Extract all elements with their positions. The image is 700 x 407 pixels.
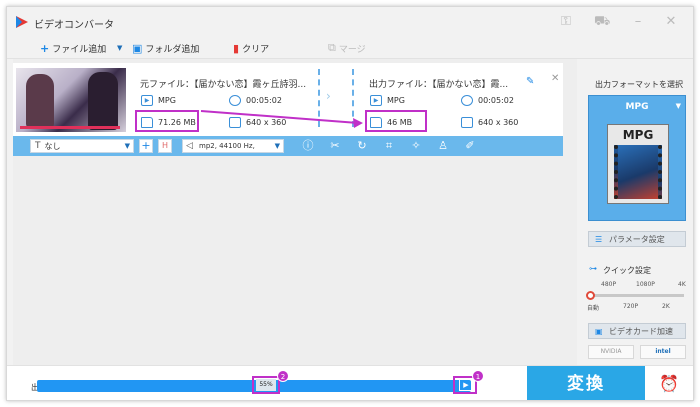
quick-tick-480p: 480P xyxy=(601,281,617,288)
add-file-button[interactable]: + ファイル追加 xyxy=(40,41,106,55)
quick-tick-4k: 4K xyxy=(678,281,686,288)
edit-toolbar: T なし ▼ + H ◁ mp2, 44100 Hz, ▼ ⓘ ✂ ↻ ⌗ ✧ … xyxy=(13,136,563,156)
clear-button[interactable]: ▮ クリア xyxy=(233,41,269,55)
quick-settings-knob[interactable] xyxy=(586,291,595,300)
add-subtitle-button[interactable]: + xyxy=(139,139,153,153)
nvidia-logo[interactable]: NVIDIA xyxy=(588,345,634,359)
pen-icon[interactable]: ✐ xyxy=(462,138,478,154)
speaker-icon: ◁ xyxy=(186,141,193,151)
chip-icon: ▣ xyxy=(595,327,603,336)
intel-logo[interactable]: intel xyxy=(640,345,686,359)
close-window-icon[interactable]: ✕ xyxy=(663,14,679,30)
chevron-down-icon: ▼ xyxy=(675,102,681,110)
hard-subtitle-button[interactable]: H xyxy=(158,139,172,153)
task-card: 元ファイル：【届かない恋】霞ヶ丘詩羽... 出力ファイル：【届かない恋】霞...… xyxy=(13,63,563,156)
format-panel-title: 出力フォーマットを選択 xyxy=(595,80,683,89)
title-bar: ビデオコンバータ ⚿ ⛟ – ✕ xyxy=(7,7,693,37)
format-value: MPG xyxy=(625,102,649,112)
add-file-dropdown-icon[interactable]: ▼ xyxy=(117,41,122,55)
play-icon[interactable]: ▶ xyxy=(459,379,473,391)
convert-button[interactable]: 変換 xyxy=(527,366,645,400)
folder-icon: ▣ xyxy=(132,41,143,55)
sliders-icon: ☰ xyxy=(595,235,603,244)
parameter-settings-button[interactable]: ☰ パラメータ設定 xyxy=(588,231,686,247)
audio-select[interactable]: ◁ mp2, 44100 Hz, ▼ xyxy=(182,139,284,153)
clear-label: クリア xyxy=(242,44,270,55)
app-window: ビデオコンバータ ⚿ ⛟ – ✕ + ファイル追加 ▼ ▣ フォルダ追加 ▮ ク… xyxy=(6,6,694,401)
format-file-icon: MPG xyxy=(607,124,669,204)
rotate-icon[interactable]: ↻ xyxy=(354,138,370,154)
task-list: 元ファイル：【届かない恋】霞ヶ丘詩羽... 出力ファイル：【届かない恋】霞...… xyxy=(13,59,577,365)
chevron-down-icon: ▼ xyxy=(124,142,130,150)
plus-icon: + xyxy=(40,41,50,55)
quick-settings-icon: ⊶ xyxy=(589,264,597,273)
add-folder-button[interactable]: ▣ フォルダ追加 xyxy=(132,41,199,55)
text-icon: T xyxy=(35,141,41,151)
trash-icon: ▮ xyxy=(233,41,240,55)
subtitle-select[interactable]: T なし ▼ xyxy=(30,139,134,153)
magic-icon[interactable]: ✧ xyxy=(408,138,424,154)
quick-tick-720p: 720P xyxy=(623,303,639,310)
format-panel: 出力フォーマットを選択 MPG ▼ MPG ☰ パラメータ設定 ⊶ クイック設定… xyxy=(583,59,693,365)
progress-percent: 55% xyxy=(256,379,276,391)
badge-1: 1 xyxy=(472,370,484,382)
gpu-acceleration-button[interactable]: ▣ ビデオカード加速 xyxy=(588,323,686,339)
crop-icon[interactable]: ⌗ xyxy=(381,138,397,154)
merge-icon: ⧉ xyxy=(328,41,336,54)
merge-button[interactable]: ⧉ マージ xyxy=(328,41,366,55)
alarm-icon[interactable]: ⏰ xyxy=(659,374,679,393)
bottom-bar: 出 55% 2 ▶ 1 変換 ⏰ xyxy=(7,365,693,400)
stamp-icon[interactable]: ♙ xyxy=(435,138,451,154)
quick-tick-2k: 2K xyxy=(662,303,670,310)
format-file-label: MPG xyxy=(622,128,654,142)
cart-icon[interactable]: ⛟ xyxy=(594,14,610,30)
main-toolbar: + ファイル追加 ▼ ▣ フォルダ追加 ▮ クリア ⧉ マージ xyxy=(7,37,693,59)
add-folder-label: フォルダ追加 xyxy=(145,44,200,55)
format-selector[interactable]: MPG ▼ MPG xyxy=(588,95,686,221)
app-title: ビデオコンバータ xyxy=(34,20,114,31)
scissors-icon[interactable]: ✂ xyxy=(327,138,343,154)
quick-tick-auto: 自動 xyxy=(587,305,600,312)
app-logo-icon xyxy=(16,16,28,28)
info-icon[interactable]: ⓘ xyxy=(300,138,316,154)
merge-label: マージ xyxy=(338,44,366,55)
badge-2: 2 xyxy=(277,370,289,382)
minimize-icon[interactable]: – xyxy=(630,14,646,30)
quick-settings-slider[interactable] xyxy=(590,294,684,297)
quick-settings-title: クイック設定 xyxy=(603,266,651,275)
quick-tick-1080p: 1080P xyxy=(636,281,655,288)
key-icon[interactable]: ⚿ xyxy=(558,14,574,30)
chevron-down-icon: ▼ xyxy=(274,142,280,150)
add-file-label: ファイル追加 xyxy=(52,44,107,55)
